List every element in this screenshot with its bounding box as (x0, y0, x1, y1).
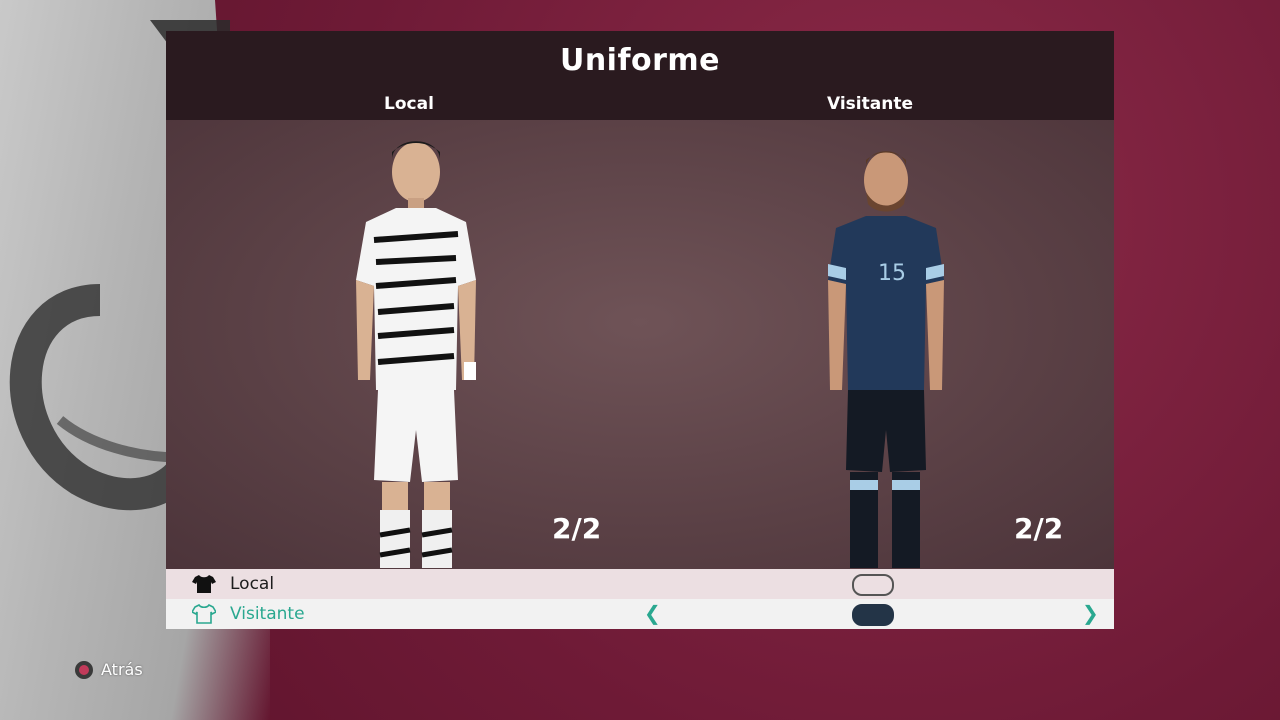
chevron-right-icon[interactable]: ❯ (1082, 601, 1099, 625)
kit-toggle-local[interactable] (852, 574, 894, 596)
page-title: Uniforme (559, 43, 721, 78)
uniform-panel: Uniforme Local Visitante 15 2/2 2/2 Loca… (166, 31, 1114, 629)
kit-row-label: Visitante (230, 604, 305, 624)
kit-row-label: Local (230, 574, 275, 594)
back-label: Atrás (101, 660, 143, 679)
home-player-model (356, 141, 476, 568)
shirt-outline-icon (192, 604, 216, 624)
kit-preview-area: 15 2/2 2/2 (166, 120, 1114, 569)
circle-button-icon (75, 661, 93, 679)
away-kit-counter: 2/2 (1014, 512, 1064, 545)
home-column-header: Local (384, 94, 434, 114)
kit-selection-list: Local Visitante ❮ ❯ (166, 569, 1114, 629)
kit-row-visitante[interactable]: Visitante ❮ ❯ (166, 599, 1114, 629)
chevron-left-icon[interactable]: ❮ (644, 601, 661, 625)
away-column-header: Visitante (827, 94, 913, 114)
kit-toggle-visitante[interactable] (852, 604, 894, 626)
away-player-model: 15 (828, 151, 944, 568)
home-kit-counter: 2/2 (552, 512, 602, 545)
svg-text:15: 15 (878, 261, 906, 286)
panel-header: Uniforme Local Visitante (166, 31, 1114, 120)
kit-row-local[interactable]: Local (166, 569, 1114, 599)
shirt-filled-icon (192, 575, 216, 593)
